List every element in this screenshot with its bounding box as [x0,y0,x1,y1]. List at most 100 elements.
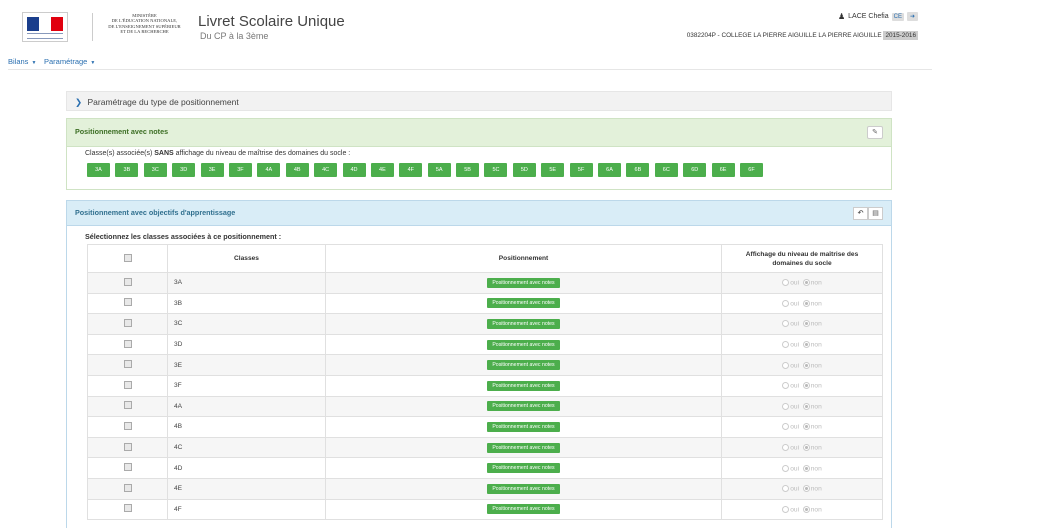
nav-bilans[interactable]: Bilans ▼ [8,57,36,66]
affichage-cell: oui non [721,477,883,500]
row-checkbox[interactable] [123,298,132,307]
table-row: 4D Positionnement avec notes oui non [87,457,883,479]
row-checkbox[interactable] [123,442,132,451]
radio-oui[interactable] [782,402,790,410]
class-chip[interactable]: 3A [87,163,110,177]
class-chip[interactable]: 3D [172,163,196,177]
radio-non[interactable] [802,361,810,369]
class-chip[interactable]: 4D [342,163,366,177]
header-select-all [87,244,168,273]
radio-oui[interactable] [782,464,790,472]
radio-non-label: non [810,300,822,308]
radio-oui[interactable] [782,382,790,390]
class-chip[interactable]: 3C [143,163,167,177]
caret-down-icon: ▼ [90,60,96,66]
classes-table: Classes Positionnement Affichage du nive… [87,244,883,521]
class-name: 4A [167,395,326,418]
radio-non[interactable] [802,485,810,493]
label-prefix: Classe(s) associée(s) [85,150,153,157]
class-chip[interactable]: 4E [370,163,394,177]
class-chip[interactable]: 5B [456,163,480,177]
select-all-checkbox[interactable] [123,253,132,262]
radio-non-label: non [810,402,822,410]
class-chip[interactable]: 6D [683,163,707,177]
class-chip[interactable]: 4F [399,163,423,177]
position-cell: Positionnement avec notes [325,498,722,521]
radio-non[interactable] [802,402,810,410]
radio-oui[interactable] [782,279,790,287]
user-name[interactable]: LACE Chefia [848,13,888,20]
row-checkbox[interactable] [123,483,132,492]
class-chip[interactable]: 5D [512,163,536,177]
notes-classes-label: Classe(s) associée(s) SANS affichage du … [85,150,350,157]
class-name: 3F [167,374,326,397]
row-checkbox-cell [87,272,168,294]
row-checkbox[interactable] [123,277,132,286]
row-checkbox[interactable] [123,339,132,348]
nav-bilans-label: Bilans [8,57,29,66]
radio-non[interactable] [802,464,810,472]
table-header-row: Classes Positionnement Affichage du nive… [87,244,883,273]
class-chip[interactable]: 5E [541,163,565,177]
class-chip[interactable]: 3B [115,163,139,177]
position-cell: Positionnement avec notes [325,292,722,315]
class-chip[interactable]: 6F [739,163,763,177]
class-chip[interactable]: 6B [626,163,650,177]
row-checkbox[interactable] [123,380,132,389]
class-chip[interactable]: 4C [314,163,338,177]
affichage-cell: oui non [721,313,883,335]
panel-notes-title: Positionnement avec notes [75,127,169,136]
radio-oui[interactable] [782,423,790,431]
undo-button[interactable]: ↶ [853,207,868,220]
class-chip[interactable]: 5C [484,163,508,177]
row-checkbox[interactable] [123,504,132,513]
radio-oui[interactable] [782,485,790,493]
row-checkbox[interactable] [123,401,132,410]
chevron-right-icon: ❯ [75,97,83,107]
position-cell: Positionnement avec notes [325,395,722,418]
class-chip[interactable]: 3E [200,163,224,177]
row-checkbox[interactable] [123,421,132,430]
radio-non[interactable] [802,279,810,287]
school-year-badge[interactable]: 2015-2016 [883,31,918,40]
affichage-cell: oui non [721,436,883,459]
class-chip[interactable]: 5F [569,163,593,177]
affichage-cell: oui non [721,272,883,294]
class-chip[interactable]: 6E [711,163,735,177]
class-chip[interactable]: 4A [257,163,281,177]
class-chip[interactable]: 5A [427,163,451,177]
class-name: 3D [167,333,326,356]
row-checkbox[interactable] [123,360,132,369]
radio-oui[interactable] [782,443,790,451]
class-chip[interactable]: 3F [228,163,252,177]
radio-oui-label: oui [790,444,800,452]
logout-icon[interactable]: ➜ [906,12,918,21]
edit-button[interactable]: ✎ [867,126,883,139]
save-icon: ▤ [872,210,879,217]
class-name: 4F [167,498,326,521]
radio-non-label: non [810,505,822,513]
table-row: 4C Positionnement avec notes oui non [87,436,883,459]
param-type-accordion[interactable]: ❯ Paramétrage du type de positionnement [66,91,892,111]
radio-non[interactable] [802,382,810,390]
radio-non[interactable] [802,505,810,513]
class-name: 4C [167,436,326,459]
radio-non[interactable] [802,299,810,307]
radio-oui-label: oui [790,320,800,328]
radio-oui[interactable] [782,340,790,348]
radio-oui[interactable] [782,320,790,328]
save-button[interactable]: ▤ [868,207,883,220]
class-chip[interactable]: 4B [285,163,309,177]
radio-oui[interactable] [782,361,790,369]
radio-oui[interactable] [782,505,790,513]
radio-non[interactable] [802,320,810,328]
row-checkbox[interactable] [123,463,132,472]
class-chip[interactable]: 6A [598,163,622,177]
radio-non[interactable] [802,340,810,348]
radio-non[interactable] [802,443,810,451]
radio-non[interactable] [802,423,810,431]
row-checkbox[interactable] [123,318,132,327]
radio-oui[interactable] [782,299,790,307]
nav-parametrage[interactable]: Paramétrage ▼ [44,57,95,66]
class-chip[interactable]: 6C [654,163,678,177]
